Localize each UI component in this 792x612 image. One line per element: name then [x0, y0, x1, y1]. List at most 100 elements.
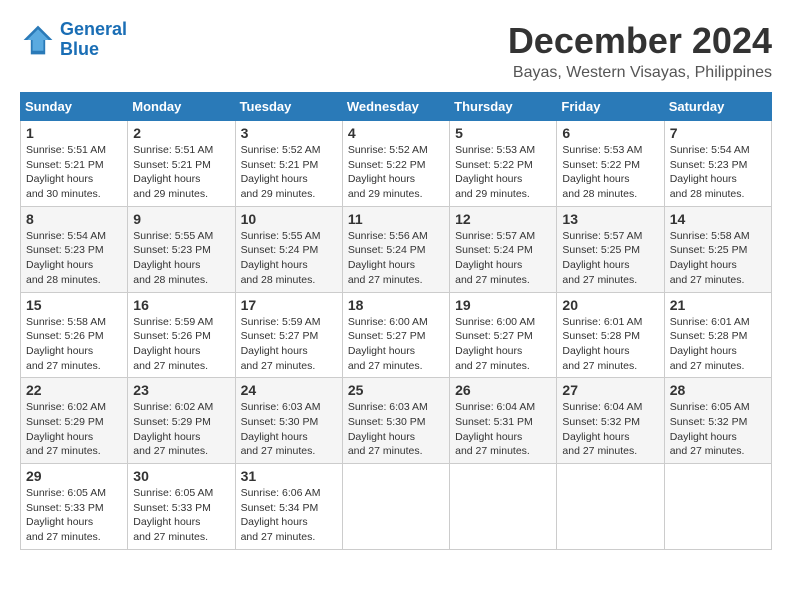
day-info: Sunrise: 5:55 AM Sunset: 5:23 PM Dayligh…	[133, 229, 229, 288]
day-number: 3	[241, 125, 337, 141]
day-number: 24	[241, 382, 337, 398]
calendar-cell: 17 Sunrise: 5:59 AM Sunset: 5:27 PM Dayl…	[235, 292, 342, 378]
day-number: 31	[241, 468, 337, 484]
day-info: Sunrise: 6:01 AM Sunset: 5:28 PM Dayligh…	[562, 315, 658, 374]
calendar-cell	[664, 464, 771, 550]
day-number: 21	[670, 297, 766, 313]
calendar-cell: 19 Sunrise: 6:00 AM Sunset: 5:27 PM Dayl…	[450, 292, 557, 378]
logo-text-line2: Blue	[60, 40, 127, 60]
calendar-cell: 1 Sunrise: 5:51 AM Sunset: 5:21 PM Dayli…	[21, 121, 128, 207]
weekday-header-friday: Friday	[557, 93, 664, 121]
day-info: Sunrise: 6:05 AM Sunset: 5:32 PM Dayligh…	[670, 400, 766, 459]
title-block: December 2024 Bayas, Western Visayas, Ph…	[508, 20, 772, 82]
day-info: Sunrise: 5:57 AM Sunset: 5:24 PM Dayligh…	[455, 229, 551, 288]
day-number: 29	[26, 468, 122, 484]
day-info: Sunrise: 5:55 AM Sunset: 5:24 PM Dayligh…	[241, 229, 337, 288]
calendar-cell: 24 Sunrise: 6:03 AM Sunset: 5:30 PM Dayl…	[235, 378, 342, 464]
day-number: 13	[562, 211, 658, 227]
day-number: 1	[26, 125, 122, 141]
calendar-cell: 26 Sunrise: 6:04 AM Sunset: 5:31 PM Dayl…	[450, 378, 557, 464]
calendar-cell: 4 Sunrise: 5:52 AM Sunset: 5:22 PM Dayli…	[342, 121, 449, 207]
weekday-header-wednesday: Wednesday	[342, 93, 449, 121]
calendar-cell: 25 Sunrise: 6:03 AM Sunset: 5:30 PM Dayl…	[342, 378, 449, 464]
calendar-cell: 2 Sunrise: 5:51 AM Sunset: 5:21 PM Dayli…	[128, 121, 235, 207]
day-info: Sunrise: 5:52 AM Sunset: 5:22 PM Dayligh…	[348, 143, 444, 202]
day-number: 11	[348, 211, 444, 227]
calendar-cell: 20 Sunrise: 6:01 AM Sunset: 5:28 PM Dayl…	[557, 292, 664, 378]
calendar-cell: 13 Sunrise: 5:57 AM Sunset: 5:25 PM Dayl…	[557, 206, 664, 292]
day-info: Sunrise: 5:51 AM Sunset: 5:21 PM Dayligh…	[26, 143, 122, 202]
calendar-week-1: 1 Sunrise: 5:51 AM Sunset: 5:21 PM Dayli…	[21, 121, 772, 207]
calendar-cell: 23 Sunrise: 6:02 AM Sunset: 5:29 PM Dayl…	[128, 378, 235, 464]
day-number: 8	[26, 211, 122, 227]
calendar-cell	[450, 464, 557, 550]
calendar-table: SundayMondayTuesdayWednesdayThursdayFrid…	[20, 92, 772, 550]
day-number: 26	[455, 382, 551, 398]
calendar-cell: 29 Sunrise: 6:05 AM Sunset: 5:33 PM Dayl…	[21, 464, 128, 550]
day-number: 27	[562, 382, 658, 398]
day-number: 9	[133, 211, 229, 227]
day-info: Sunrise: 5:57 AM Sunset: 5:25 PM Dayligh…	[562, 229, 658, 288]
calendar-cell: 14 Sunrise: 5:58 AM Sunset: 5:25 PM Dayl…	[664, 206, 771, 292]
calendar-cell: 22 Sunrise: 6:02 AM Sunset: 5:29 PM Dayl…	[21, 378, 128, 464]
calendar-week-5: 29 Sunrise: 6:05 AM Sunset: 5:33 PM Dayl…	[21, 464, 772, 550]
page-header: General Blue December 2024 Bayas, Wester…	[20, 20, 772, 82]
logo-text-line1: General	[60, 20, 127, 40]
calendar-cell: 9 Sunrise: 5:55 AM Sunset: 5:23 PM Dayli…	[128, 206, 235, 292]
day-number: 22	[26, 382, 122, 398]
calendar-cell: 28 Sunrise: 6:05 AM Sunset: 5:32 PM Dayl…	[664, 378, 771, 464]
day-number: 19	[455, 297, 551, 313]
day-info: Sunrise: 6:02 AM Sunset: 5:29 PM Dayligh…	[26, 400, 122, 459]
calendar-cell: 31 Sunrise: 6:06 AM Sunset: 5:34 PM Dayl…	[235, 464, 342, 550]
weekday-header-thursday: Thursday	[450, 93, 557, 121]
calendar-cell: 21 Sunrise: 6:01 AM Sunset: 5:28 PM Dayl…	[664, 292, 771, 378]
day-info: Sunrise: 6:03 AM Sunset: 5:30 PM Dayligh…	[241, 400, 337, 459]
day-number: 10	[241, 211, 337, 227]
day-number: 16	[133, 297, 229, 313]
day-info: Sunrise: 5:54 AM Sunset: 5:23 PM Dayligh…	[26, 229, 122, 288]
day-info: Sunrise: 5:59 AM Sunset: 5:27 PM Dayligh…	[241, 315, 337, 374]
day-info: Sunrise: 5:54 AM Sunset: 5:23 PM Dayligh…	[670, 143, 766, 202]
weekday-header-sunday: Sunday	[21, 93, 128, 121]
calendar-cell: 5 Sunrise: 5:53 AM Sunset: 5:22 PM Dayli…	[450, 121, 557, 207]
day-number: 18	[348, 297, 444, 313]
day-info: Sunrise: 6:00 AM Sunset: 5:27 PM Dayligh…	[455, 315, 551, 374]
day-number: 12	[455, 211, 551, 227]
weekday-header-tuesday: Tuesday	[235, 93, 342, 121]
month-title: December 2024	[508, 20, 772, 62]
day-number: 2	[133, 125, 229, 141]
calendar-week-2: 8 Sunrise: 5:54 AM Sunset: 5:23 PM Dayli…	[21, 206, 772, 292]
day-info: Sunrise: 5:53 AM Sunset: 5:22 PM Dayligh…	[562, 143, 658, 202]
day-number: 4	[348, 125, 444, 141]
day-info: Sunrise: 6:05 AM Sunset: 5:33 PM Dayligh…	[26, 486, 122, 545]
day-info: Sunrise: 6:00 AM Sunset: 5:27 PM Dayligh…	[348, 315, 444, 374]
day-number: 17	[241, 297, 337, 313]
calendar-cell: 3 Sunrise: 5:52 AM Sunset: 5:21 PM Dayli…	[235, 121, 342, 207]
day-number: 25	[348, 382, 444, 398]
calendar-cell: 11 Sunrise: 5:56 AM Sunset: 5:24 PM Dayl…	[342, 206, 449, 292]
day-info: Sunrise: 5:53 AM Sunset: 5:22 PM Dayligh…	[455, 143, 551, 202]
calendar-cell: 6 Sunrise: 5:53 AM Sunset: 5:22 PM Dayli…	[557, 121, 664, 207]
weekday-header-monday: Monday	[128, 93, 235, 121]
day-info: Sunrise: 6:03 AM Sunset: 5:30 PM Dayligh…	[348, 400, 444, 459]
location-title: Bayas, Western Visayas, Philippines	[508, 64, 772, 82]
day-info: Sunrise: 6:01 AM Sunset: 5:28 PM Dayligh…	[670, 315, 766, 374]
calendar-cell	[342, 464, 449, 550]
calendar-cell: 30 Sunrise: 6:05 AM Sunset: 5:33 PM Dayl…	[128, 464, 235, 550]
logo: General Blue	[20, 20, 127, 60]
day-info: Sunrise: 5:58 AM Sunset: 5:25 PM Dayligh…	[670, 229, 766, 288]
day-number: 5	[455, 125, 551, 141]
calendar-cell: 27 Sunrise: 6:04 AM Sunset: 5:32 PM Dayl…	[557, 378, 664, 464]
calendar-cell: 7 Sunrise: 5:54 AM Sunset: 5:23 PM Dayli…	[664, 121, 771, 207]
day-info: Sunrise: 5:59 AM Sunset: 5:26 PM Dayligh…	[133, 315, 229, 374]
weekday-header-saturday: Saturday	[664, 93, 771, 121]
day-info: Sunrise: 6:06 AM Sunset: 5:34 PM Dayligh…	[241, 486, 337, 545]
calendar-cell: 12 Sunrise: 5:57 AM Sunset: 5:24 PM Dayl…	[450, 206, 557, 292]
day-number: 23	[133, 382, 229, 398]
weekday-header-row: SundayMondayTuesdayWednesdayThursdayFrid…	[21, 93, 772, 121]
calendar-cell: 15 Sunrise: 5:58 AM Sunset: 5:26 PM Dayl…	[21, 292, 128, 378]
day-number: 20	[562, 297, 658, 313]
calendar-week-4: 22 Sunrise: 6:02 AM Sunset: 5:29 PM Dayl…	[21, 378, 772, 464]
day-info: Sunrise: 6:05 AM Sunset: 5:33 PM Dayligh…	[133, 486, 229, 545]
calendar-cell: 10 Sunrise: 5:55 AM Sunset: 5:24 PM Dayl…	[235, 206, 342, 292]
